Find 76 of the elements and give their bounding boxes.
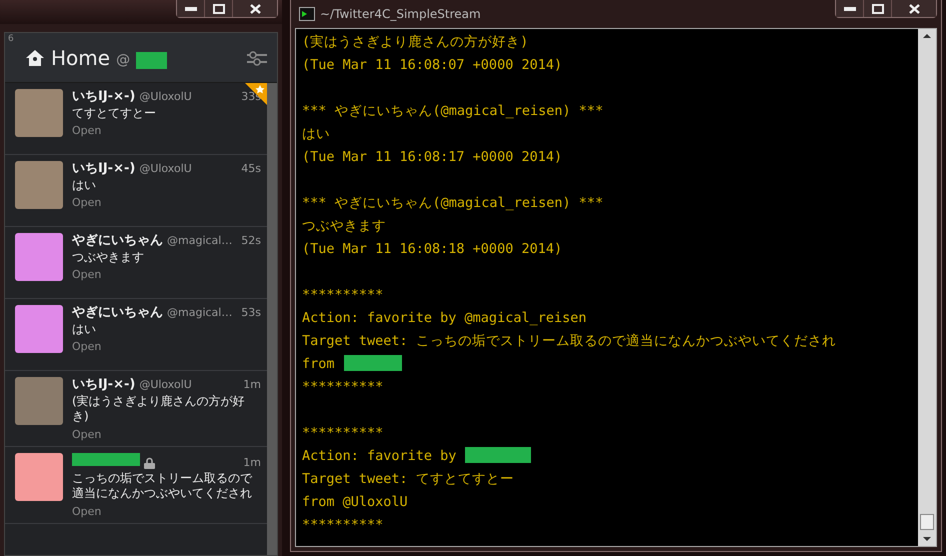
minimize-button[interactable] — [177, 0, 205, 17]
user-name: やぎにいちゃん — [72, 305, 163, 322]
terminal-line: (Tue Mar 11 16:08:17 +0000 2014) — [302, 149, 562, 165]
column-title: Home — [51, 44, 110, 72]
tweet-text: はい — [72, 322, 97, 338]
user-handle: @UloxolU — [139, 378, 192, 392]
window-title: ~/Twitter4C_SimpleStream — [320, 6, 481, 23]
terminal-icon — [299, 7, 315, 21]
account-handle: @ — [116, 51, 130, 70]
user-handle: @magical… — [167, 234, 232, 248]
tweet-time: 1m — [243, 456, 261, 471]
tweet-time: 1m — [243, 378, 261, 392]
user-handle: @UloxolU — [139, 90, 192, 104]
tweet-text: つぶやきます — [72, 250, 145, 266]
terminal-line: (実はうさぎより鹿さんの方が好き) — [302, 34, 528, 50]
scrollbar[interactable] — [918, 29, 936, 546]
tweet-item[interactable]: やぎにいちゃん @magical… 53s はい Open — [5, 299, 267, 371]
terminal-line: ********** — [302, 379, 384, 395]
close-icon — [908, 4, 920, 14]
terminal-line: Target tweet: こっちの垢でストリーム取るので適当になんかつぶやいてくだされ — [302, 333, 836, 349]
scroll-up-icon[interactable] — [923, 33, 931, 39]
scroll-thumb[interactable] — [920, 514, 934, 530]
home-icon — [25, 48, 45, 66]
user-handle: @UloxolU — [139, 162, 192, 176]
redaction-block — [344, 355, 402, 371]
maximize-icon — [872, 4, 884, 14]
tweet-text: (実はうさぎより鹿さんの方が好き) — [72, 394, 246, 426]
tweet-text: てすとてすとー — [72, 106, 157, 122]
terminal-line: *** やぎにいちゃん(@magical_reisen) *** — [302, 195, 604, 211]
tweet-item[interactable]: 1m こっちの垢でストリーム取るので適当になんかつぶやいてくだされ Open — [5, 447, 267, 524]
maximize-icon — [212, 4, 224, 14]
terminal-line: from @UloxolU — [302, 494, 408, 510]
user-name: いちIJ-×-) — [72, 89, 136, 106]
settings-icon[interactable] — [247, 50, 267, 66]
tweet-item[interactable]: やぎにいちゃん @magical… 52s つぶやきます Open — [5, 227, 267, 299]
terminal-line: (Tue Mar 11 16:08:07 +0000 2014) — [302, 57, 562, 73]
user-name: いちIJ-×-) — [72, 377, 136, 394]
tweet-text: はい — [72, 178, 97, 194]
tweet-time: 45s — [241, 162, 261, 176]
terminal-line: ********** — [302, 517, 384, 533]
open-link[interactable]: Open — [72, 268, 102, 282]
minimize-icon — [184, 6, 196, 10]
terminal-line: *** やぎにいちゃん(@magical_reisen) *** — [302, 103, 604, 119]
terminal-line: はい — [302, 126, 330, 142]
open-link[interactable]: Open — [72, 124, 102, 138]
tweet-item[interactable]: いちIJ-×-) @UloxolU 1m (実はうさぎより鹿さんの方が好き) Open — [5, 371, 267, 448]
terminal-line: (Tue Mar 11 16:08:18 +0000 2014) — [302, 241, 562, 257]
redaction-block — [465, 447, 532, 463]
open-link[interactable]: Open — [72, 428, 102, 442]
user-name: やぎにいちゃん — [72, 233, 163, 250]
scroll-down-icon[interactable] — [923, 536, 931, 542]
close-button[interactable] — [233, 0, 277, 17]
user-name: いちIJ-×-) — [72, 161, 136, 178]
close-icon — [250, 4, 260, 14]
terminal-line: ********** — [302, 287, 384, 303]
minimize-button[interactable] — [836, 0, 864, 17]
open-link[interactable]: Open — [72, 340, 102, 354]
tweet-time: 53s — [241, 306, 261, 320]
minimize-icon — [844, 6, 856, 10]
terminal-line: ********** — [302, 425, 384, 441]
tweet-text: こっちの垢でストリーム取るので適当になんかつぶやいてくだされ — [72, 470, 254, 502]
terminal-line: Action: favorite by @magical_reisen — [302, 310, 586, 326]
tweet-time: 52s — [241, 234, 261, 248]
maximize-button[interactable] — [864, 0, 892, 17]
terminal-line: つぶやきます — [302, 218, 386, 234]
open-link[interactable]: Open — [72, 504, 102, 518]
terminal-line: Target tweet: てすとてすとー — [302, 471, 514, 487]
terminal-line: from — [302, 356, 335, 372]
user-handle: @magical… — [167, 306, 232, 320]
scrollbar[interactable] — [267, 83, 277, 555]
terminal-line: Action: favorite by — [302, 448, 456, 464]
column-count: 6 — [8, 33, 14, 46]
tweet-item[interactable]: いちIJ-×-) @UloxolU 45s はい Open — [5, 155, 267, 227]
open-link[interactable]: Open — [72, 196, 102, 210]
maximize-button[interactable] — [205, 0, 233, 17]
close-button[interactable] — [892, 0, 936, 17]
